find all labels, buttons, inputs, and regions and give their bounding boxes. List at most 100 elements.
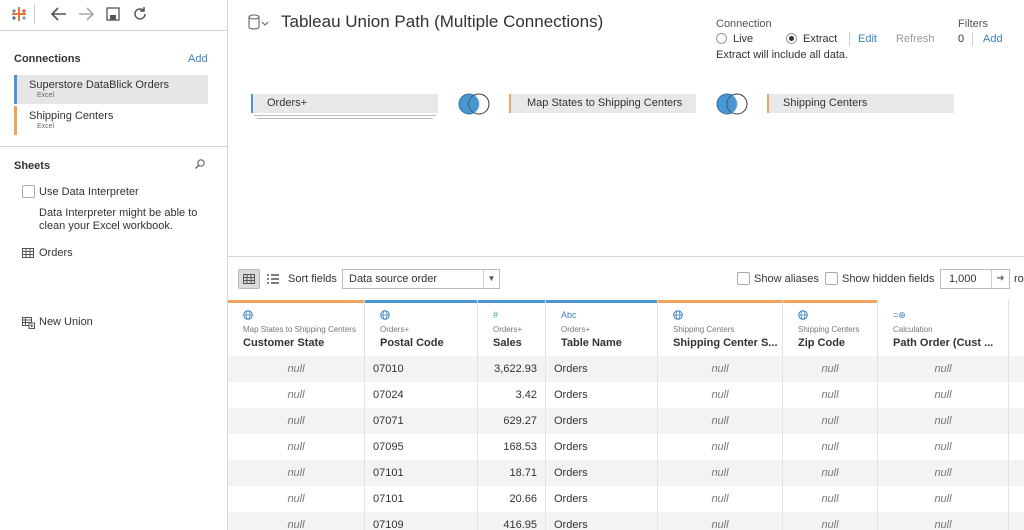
table-cell: Orders [546, 408, 658, 434]
forward-icon[interactable] [75, 4, 97, 24]
table-cell: 07071 [365, 408, 478, 434]
table-cell: 18.71 [478, 460, 546, 486]
table-cell: Orders [546, 434, 658, 460]
table-cell: Orders [546, 460, 658, 486]
column-source-bar [783, 300, 877, 303]
table-cell: null [878, 356, 1009, 382]
sheet-item-orders[interactable]: Orders [39, 247, 73, 259]
tableau-logo-icon[interactable] [8, 4, 30, 24]
column-header[interactable]: Shipping Centers Shipping Center S... [658, 300, 783, 356]
table-cell: 3,622.93 [478, 356, 546, 382]
column-source-bar [546, 300, 657, 303]
column-header[interactable]: # Orders+ Sales [478, 300, 546, 356]
column-name[interactable]: Shipping Center S... [673, 337, 778, 349]
arrow-right-icon[interactable]: ➜ [991, 270, 1009, 288]
table-cell: null [228, 486, 365, 512]
table-cell: null [878, 486, 1009, 512]
edit-extract-link[interactable]: Edit [858, 33, 877, 45]
sheet-table-icon [22, 248, 34, 261]
list-view-icon[interactable] [262, 269, 284, 289]
sort-fields-value: Data source order [349, 273, 438, 285]
column-header[interactable]: Shipping Centers Zip Code [783, 300, 878, 356]
globe-icon[interactable] [673, 310, 683, 322]
table-cell: 07101 [365, 486, 478, 512]
refresh-extract-link[interactable]: Refresh [896, 33, 935, 45]
globe-icon[interactable] [380, 310, 390, 322]
column-source-bar [228, 300, 364, 303]
table-cell: 07024 [365, 382, 478, 408]
column-source-bar [365, 300, 477, 303]
grid-view-icon[interactable] [238, 269, 260, 289]
table-cell: null [658, 486, 783, 512]
column-name[interactable]: Customer State [243, 337, 324, 349]
connection-item-superstore[interactable]: Superstore DataBlick Orders Excel [14, 75, 208, 104]
rows-suffix: ro [1014, 273, 1024, 285]
back-icon[interactable] [48, 4, 70, 24]
show-aliases-label: Show aliases [754, 273, 819, 285]
new-union-item[interactable]: New Union [39, 316, 93, 328]
table-cell: Orders [546, 512, 658, 530]
union-stack-line [257, 118, 433, 119]
column-header[interactable]: Abc Orders+ Table Name [546, 300, 658, 356]
table-cell: 3.42 [478, 382, 546, 408]
use-interpreter-checkbox[interactable] [22, 185, 35, 198]
number-icon[interactable]: # [493, 310, 498, 320]
table-cell: null [228, 382, 365, 408]
abc-icon[interactable]: Abc [561, 310, 577, 320]
connection-name: Superstore DataBlick Orders [29, 79, 169, 91]
column-header[interactable]: Orders+ Postal Code [365, 300, 478, 356]
table-cell: 416.95 [478, 512, 546, 530]
column-header[interactable]: =⊕ Calculation Path Order (Cust ... [878, 300, 1009, 356]
join-icon[interactable] [457, 93, 493, 115]
column-source: Orders+ [561, 325, 591, 334]
column-header[interactable]: Map States to Shipping Centers Customer S… [228, 300, 365, 356]
table-shipping-centers[interactable]: Shipping Centers [767, 94, 954, 113]
table-cell: 07101 [365, 460, 478, 486]
column-source-bar [658, 300, 782, 303]
table-orders-union[interactable]: Orders+ [251, 94, 438, 113]
live-radio[interactable] [716, 33, 727, 44]
column-source: Orders+ [493, 325, 523, 334]
column-source-bar [878, 300, 1008, 303]
table-map-states[interactable]: Map States to Shipping Centers [509, 94, 696, 113]
show-hidden-label: Show hidden fields [842, 273, 935, 285]
table-cell: null [783, 486, 878, 512]
rows-count-input[interactable]: 1,000 ➜ [940, 269, 1010, 289]
connection-type: Excel [37, 92, 55, 99]
datasource-title[interactable]: Tableau Union Path (Multiple Connections… [281, 12, 603, 32]
interpreter-note: Data Interpreter might be able to [39, 207, 198, 219]
data-grid: Map States to Shipping Centers Customer S… [228, 300, 1024, 530]
add-filter-link[interactable]: Add [983, 33, 1003, 45]
show-aliases-checkbox[interactable] [737, 272, 750, 285]
filters-count: 0 [958, 33, 965, 45]
column-name[interactable]: Table Name [561, 337, 622, 349]
table-cell: null [228, 512, 365, 530]
refresh-icon[interactable] [129, 4, 151, 24]
search-icon[interactable] [194, 158, 206, 173]
column-name[interactable]: Path Order (Cust ... [893, 337, 993, 349]
table-cell: null [783, 356, 878, 382]
table-cell: null [228, 408, 365, 434]
table-row: null 07010 3,622.93 Orders null null null [228, 356, 1024, 382]
globe-icon[interactable] [798, 310, 808, 322]
table-row: null 07024 3.42 Orders null null null [228, 382, 1024, 408]
join-icon[interactable] [715, 93, 751, 115]
union-stack-line [254, 115, 436, 116]
column-name[interactable]: Sales [493, 337, 522, 349]
column-source-bar [478, 300, 545, 303]
table-cell: 629.27 [478, 408, 546, 434]
column-name[interactable]: Zip Code [798, 337, 845, 349]
save-icon[interactable] [102, 4, 124, 24]
column-name[interactable]: Postal Code [380, 337, 444, 349]
calc-icon[interactable]: =⊕ [893, 310, 906, 321]
table-cell: null [228, 434, 365, 460]
connection-item-shipping-centers[interactable]: Shipping Centers Excel [14, 106, 208, 135]
datasource-icon[interactable] [248, 14, 272, 30]
table-cell: null [878, 382, 1009, 408]
table-cell: 07095 [365, 434, 478, 460]
sort-fields-select[interactable]: Data source order ▼ [342, 269, 500, 289]
show-hidden-checkbox[interactable] [825, 272, 838, 285]
extract-radio[interactable] [786, 33, 797, 44]
add-connection-link[interactable]: Add [188, 53, 208, 65]
globe-icon[interactable] [243, 310, 253, 322]
